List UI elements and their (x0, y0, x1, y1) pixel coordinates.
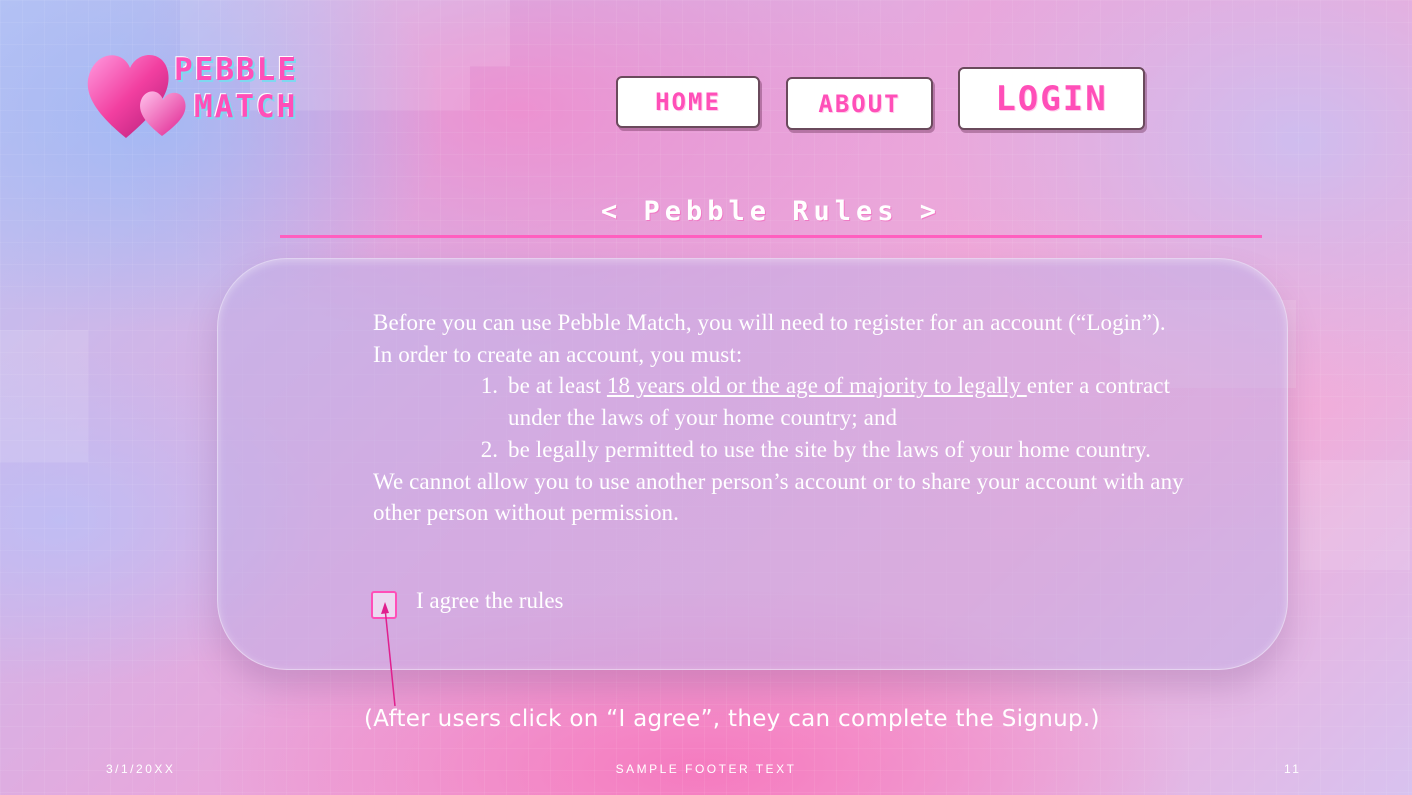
requirement-item: be at least 18 years old or the age of m… (504, 370, 1203, 433)
brand-line-1: PEBBLE (174, 52, 298, 88)
brand-name: PEBBLE MATCH (174, 52, 298, 126)
footer-text: SAMPLE FOOTER TEXT (615, 762, 797, 776)
brand-line-2: MATCH (194, 89, 298, 125)
rules-intro-1: Before you can use Pebble Match, you wil… (373, 310, 1166, 335)
about-button[interactable]: About (786, 77, 933, 130)
agree-label[interactable]: I agree the rules (416, 588, 564, 614)
home-button[interactable]: Home (616, 76, 760, 128)
rules-outro: We cannot allow you to use another perso… (373, 468, 1184, 526)
logo[interactable]: PEBBLE MATCH (84, 46, 344, 146)
rules-body: Before you can use Pebble Match, you wil… (373, 307, 1203, 529)
login-button[interactable]: Login (958, 67, 1145, 130)
section-title: < Pebble Rules > (600, 196, 942, 227)
requirement-item: be legally permitted to use the site by … (504, 434, 1203, 466)
age-of-majority-link[interactable]: 18 years old or the age of majority to l… (607, 373, 1027, 398)
footer-page-number: 11 (1284, 762, 1302, 776)
annotation-arrow-icon (381, 602, 396, 707)
requirement-1-prefix: be at least (508, 373, 607, 399)
annotation-note: (After users click on “I agree”, they ca… (364, 706, 1100, 732)
rules-intro-2: In order to create an account, you must: (373, 341, 743, 367)
requirements-list: be at least 18 years old or the age of m… (373, 370, 1203, 465)
title-divider (280, 235, 1262, 238)
